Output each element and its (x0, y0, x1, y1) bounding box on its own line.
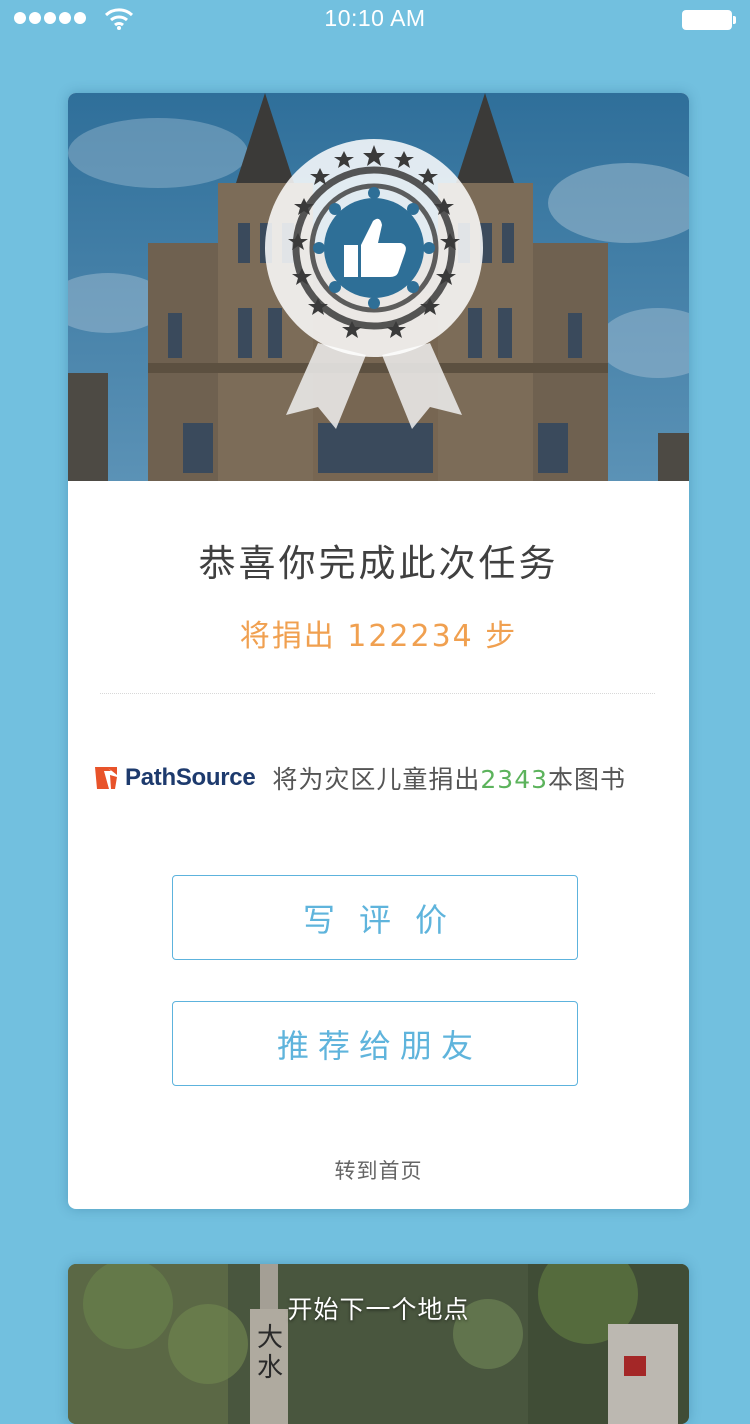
start-next-location-label: 开始下一个地点 (287, 1295, 470, 1324)
donation-text: 将为灾区儿童捐出2343本图书 (272, 765, 627, 794)
donated-steps: 将捐出 122234 步 (239, 619, 518, 654)
recommend-to-friend-button[interactable]: 推荐给朋友 (172, 1001, 578, 1086)
result-card: 恭喜你完成此次任务 将捐出 122234 步 PathSource 将为灾区儿童… (68, 93, 689, 1209)
battery-icon (682, 10, 736, 30)
book-count: 2343 (480, 765, 549, 794)
hero-image (68, 93, 689, 481)
sponsor-row: PathSource 将为灾区儿童捐出2343本图书 (92, 758, 626, 798)
completion-title: 恭喜你完成此次任务 (198, 542, 559, 585)
divider (100, 693, 655, 694)
go-home-link[interactable]: 转到首页 (68, 1155, 689, 1185)
write-review-button[interactable]: 写评价 (172, 875, 578, 960)
status-time: 10:10 AM (324, 5, 426, 31)
status-bar: 10:10 AM (0, 0, 750, 40)
sponsor-logo-text: PathSource (125, 764, 256, 791)
pathsource-logo-icon (95, 767, 117, 789)
next-location-card[interactable]: 大 水 开始下一个地点 (68, 1264, 689, 1424)
next-location-image: 大 水 (68, 1264, 689, 1424)
